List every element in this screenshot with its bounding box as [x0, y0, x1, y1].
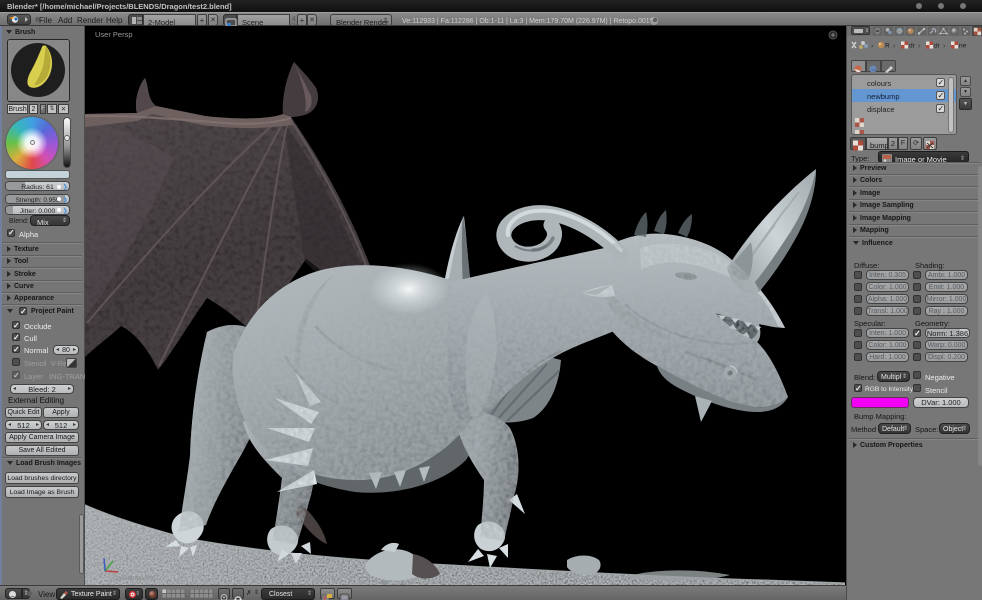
- svg-text:(1) Retopo.001: (1) Retopo.001: [113, 575, 157, 582]
- svg-text:›: ›: [871, 43, 874, 50]
- svg-text:ne: ne: [959, 43, 967, 50]
- svg-text:dr: dr: [909, 43, 916, 50]
- svg-text:dr: dr: [934, 43, 941, 50]
- svg-text:›: ›: [943, 43, 946, 50]
- svg-text:R: R: [885, 43, 890, 50]
- svg-text:›: ›: [918, 43, 921, 50]
- svg-text:›: ›: [893, 43, 896, 50]
- svg-text:User Persp: User Persp: [95, 30, 133, 39]
